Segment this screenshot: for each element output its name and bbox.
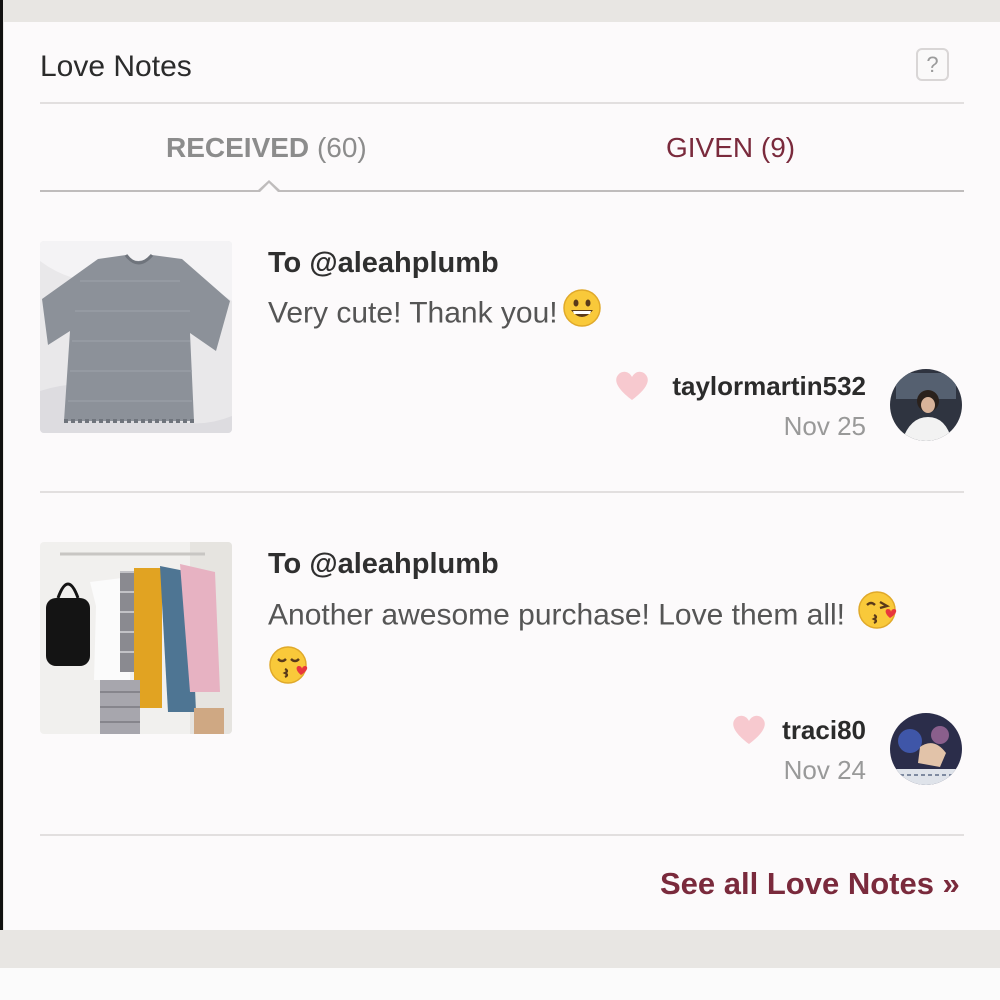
- note-date: Nov 24: [783, 755, 866, 785]
- love-notes-card: Love Notes ? RECEIVED (60) GIVEN (9) To …: [4, 22, 1000, 930]
- divider: [40, 834, 964, 836]
- avatar[interactable]: [890, 713, 962, 785]
- note-username[interactable]: traci80: [744, 715, 866, 746]
- tab-received-count: (60): [316, 132, 367, 163]
- page-background-top: [0, 0, 1000, 22]
- kissing-face-icon: [268, 644, 310, 699]
- note-date: Nov 25: [783, 411, 866, 441]
- divider: [40, 102, 964, 104]
- page-title: Love Notes: [40, 50, 192, 83]
- page-background-footer: [0, 968, 1000, 1000]
- note-recipient: To @aleahplumb: [268, 548, 499, 580]
- grinning-face-icon: [562, 288, 602, 341]
- note-message: Another awesome purchase! Love them all!: [268, 598, 845, 632]
- avatar[interactable]: [890, 369, 962, 441]
- tab-given[interactable]: GIVEN (9): [666, 132, 795, 164]
- tabs-underline: [40, 190, 964, 192]
- tab-received-label: RECEIVED: [166, 132, 310, 163]
- divider: [40, 491, 964, 493]
- note-item-image-clothing-rack[interactable]: [40, 542, 232, 734]
- note-message: Very cute! Thank you!: [268, 296, 558, 330]
- note-username[interactable]: taylormartin532: [644, 371, 866, 402]
- note-message-row: Another awesome purchase! Love them all!: [268, 589, 958, 699]
- note-message-row: Very cute! Thank you!: [268, 288, 958, 341]
- tab-received[interactable]: RECEIVED (60): [166, 132, 367, 164]
- page-background-bottom: [0, 930, 1000, 968]
- left-border: [0, 0, 3, 1000]
- help-button[interactable]: ?: [916, 48, 949, 81]
- note-recipient: To @aleahplumb: [268, 247, 499, 279]
- see-all-love-notes-link[interactable]: See all Love Notes »: [660, 866, 960, 902]
- face-blowing-kiss-icon: [857, 589, 899, 644]
- note-item-image-tshirt[interactable]: [40, 241, 232, 433]
